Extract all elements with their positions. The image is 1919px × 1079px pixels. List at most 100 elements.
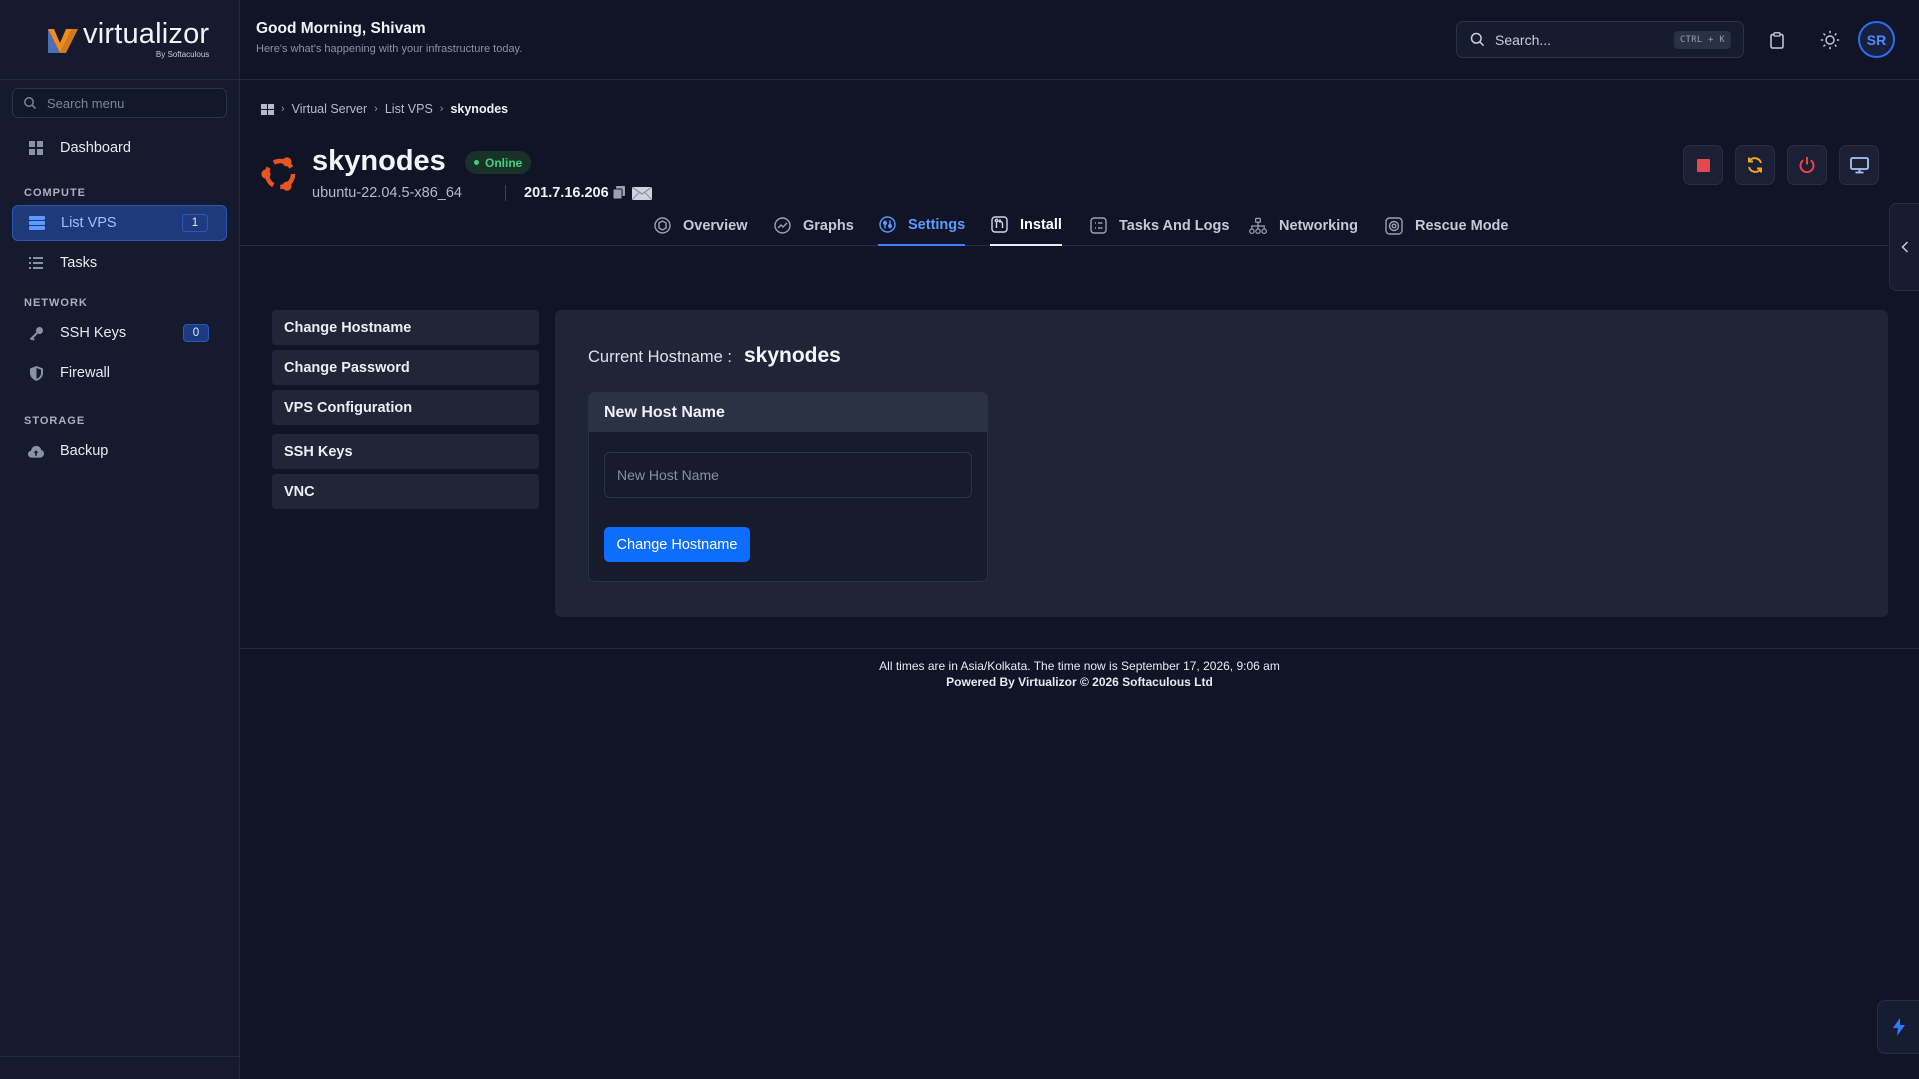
sidebar-search-placeholder: Search menu	[47, 95, 125, 111]
rescue-icon	[1385, 216, 1403, 235]
sidebar-divider	[0, 1056, 239, 1057]
section-storage: STORAGE	[24, 415, 86, 427]
sun-theme-toggle-icon[interactable]	[1818, 28, 1842, 52]
current-hostname-label: Current Hostname :	[588, 348, 732, 366]
breadcrumb-list-vps[interactable]: List VPS	[385, 102, 433, 116]
ssh-keys-count-badge: 0	[183, 324, 209, 342]
home-grid-icon[interactable]	[261, 103, 274, 115]
quick-actions-button[interactable]	[1877, 1000, 1919, 1054]
sidebar-item-label: Tasks	[60, 255, 98, 271]
breadcrumb: › Virtual Server › List VPS › skynodes	[261, 102, 508, 116]
new-hostname-input[interactable]	[604, 452, 972, 498]
status-badge: Online	[465, 151, 532, 174]
chevron-right-icon: ›	[281, 103, 285, 115]
current-hostname: Current Hostname : skynodes	[588, 344, 841, 368]
tab-graphs[interactable]: Graphs	[773, 205, 854, 246]
sidebar-item-label: SSH Keys	[60, 325, 127, 341]
tab-rescue-mode[interactable]: Rescue Mode	[1385, 205, 1508, 246]
vnc-console-button[interactable]	[1839, 145, 1879, 185]
search-shortcut-hint: CTRL + K	[1674, 31, 1731, 49]
tab-label: Overview	[683, 217, 748, 234]
tab-label: Networking	[1279, 217, 1358, 234]
brand-logo[interactable]: virtualizor By Softaculous	[0, 0, 239, 80]
restart-button[interactable]	[1735, 145, 1775, 185]
vps-tabs: Overview Graphs Settings Install Tasks A…	[240, 205, 1888, 246]
cloud-upload-icon	[28, 443, 44, 459]
network-icon	[1249, 217, 1267, 235]
global-search-input[interactable]: Search... CTRL + K	[1456, 21, 1744, 58]
footer-timezone: All times are in Asia/Kolkata. The time …	[879, 659, 1280, 673]
breadcrumb-virtual-server[interactable]: Virtual Server	[292, 102, 368, 116]
dashboard-grid-icon	[28, 140, 44, 156]
ubuntu-logo-icon	[259, 153, 301, 195]
main-content: › Virtual Server › List VPS › skynodes s…	[240, 81, 1919, 1079]
vps-header: skynodes Online ubuntu-22.04.5-x86_64 20…	[259, 145, 1879, 205]
tab-install[interactable]: Install	[990, 205, 1062, 246]
global-search-placeholder: Search...	[1495, 31, 1552, 48]
user-avatar[interactable]: SR	[1858, 21, 1895, 58]
envelope-icon[interactable]	[632, 187, 652, 200]
clipboard-icon[interactable]	[1765, 28, 1789, 52]
chevron-left-icon	[1900, 241, 1909, 253]
sidebar-item-dashboard[interactable]: Dashboard	[12, 130, 227, 166]
sidebar-search-input[interactable]: Search menu	[12, 88, 227, 118]
virtualizor-logo-icon	[46, 23, 80, 57]
new-hostname-card: New Host Name Change Hostname	[588, 392, 988, 582]
tab-tasks-and-logs[interactable]: Tasks And Logs	[1089, 205, 1229, 246]
brand-sub: By Softaculous	[155, 50, 210, 59]
tab-overview[interactable]: Overview	[653, 205, 748, 246]
chart-icon	[773, 217, 791, 235]
sidebar-item-ssh-keys[interactable]: SSH Keys 0	[12, 315, 227, 351]
power-icon	[1798, 156, 1816, 174]
tab-networking[interactable]: Networking	[1249, 205, 1358, 246]
power-off-button[interactable]	[1787, 145, 1827, 185]
settings-menu-vnc[interactable]: VNC	[272, 474, 539, 509]
divider	[505, 185, 506, 201]
sidebar-item-label: Firewall	[60, 365, 110, 381]
stop-icon	[1696, 158, 1710, 172]
overview-icon	[653, 217, 671, 235]
monitor-icon	[1849, 156, 1869, 174]
sidebar: virtualizor By Softaculous Search menu D…	[0, 0, 240, 1079]
collapse-panel-button[interactable]	[1889, 203, 1919, 291]
sidebar-item-backup[interactable]: Backup	[12, 433, 227, 469]
sidebar-item-firewall[interactable]: Firewall	[12, 355, 227, 391]
sidebar-item-label: Backup	[60, 443, 109, 459]
settings-menu-change-password[interactable]: Change Password	[272, 350, 539, 385]
shield-icon	[28, 365, 44, 381]
stop-button[interactable]	[1683, 145, 1723, 185]
settings-menu-vps-configuration[interactable]: VPS Configuration	[272, 390, 539, 425]
footer-copyright: Powered By Virtualizor © 2026 Softaculou…	[946, 675, 1213, 689]
tab-settings[interactable]: Settings	[878, 205, 966, 246]
settings-menu-change-hostname[interactable]: Change Hostname	[272, 310, 539, 345]
greeting-subtitle: Here's what's happening with your infras…	[256, 43, 523, 55]
brand-name: virtualizor	[83, 18, 210, 50]
chevron-right-icon: ›	[439, 103, 444, 115]
vps-os-template: ubuntu-22.04.5-x86_64	[312, 185, 462, 201]
server-list-icon	[29, 215, 45, 231]
vps-name: skynodes	[312, 145, 446, 177]
logs-icon	[1089, 217, 1107, 235]
current-hostname-value: skynodes	[743, 344, 841, 367]
page-footer: All times are in Asia/Kolkata. The time …	[240, 648, 1919, 690]
change-hostname-button[interactable]: Change Hostname	[604, 527, 750, 562]
card-title: New Host Name	[589, 393, 987, 432]
tab-label: Graphs	[803, 217, 854, 234]
section-compute: COMPUTE	[24, 187, 86, 199]
hostname-panel: Current Hostname : skynodes New Host Nam…	[555, 310, 1888, 617]
status-dot-icon	[474, 160, 479, 165]
greeting-title: Good Morning, Shivam	[256, 20, 426, 37]
tab-label: Rescue Mode	[1415, 217, 1509, 234]
sidebar-item-label: List VPS	[61, 215, 117, 231]
tab-label: Tasks And Logs	[1119, 217, 1230, 234]
lightning-bolt-icon	[1892, 1018, 1905, 1036]
copy-icon[interactable]	[612, 186, 625, 200]
status-label: Online	[485, 155, 523, 170]
tab-label: Install	[1020, 216, 1062, 233]
section-network: NETWORK	[24, 297, 88, 309]
sidebar-item-list-vps[interactable]: List VPS 1	[12, 205, 227, 241]
sidebar-item-tasks[interactable]: Tasks	[12, 245, 227, 281]
key-icon	[28, 325, 44, 341]
settings-menu-ssh-keys[interactable]: SSH Keys	[272, 434, 539, 469]
vps-count-badge: 1	[182, 214, 208, 232]
